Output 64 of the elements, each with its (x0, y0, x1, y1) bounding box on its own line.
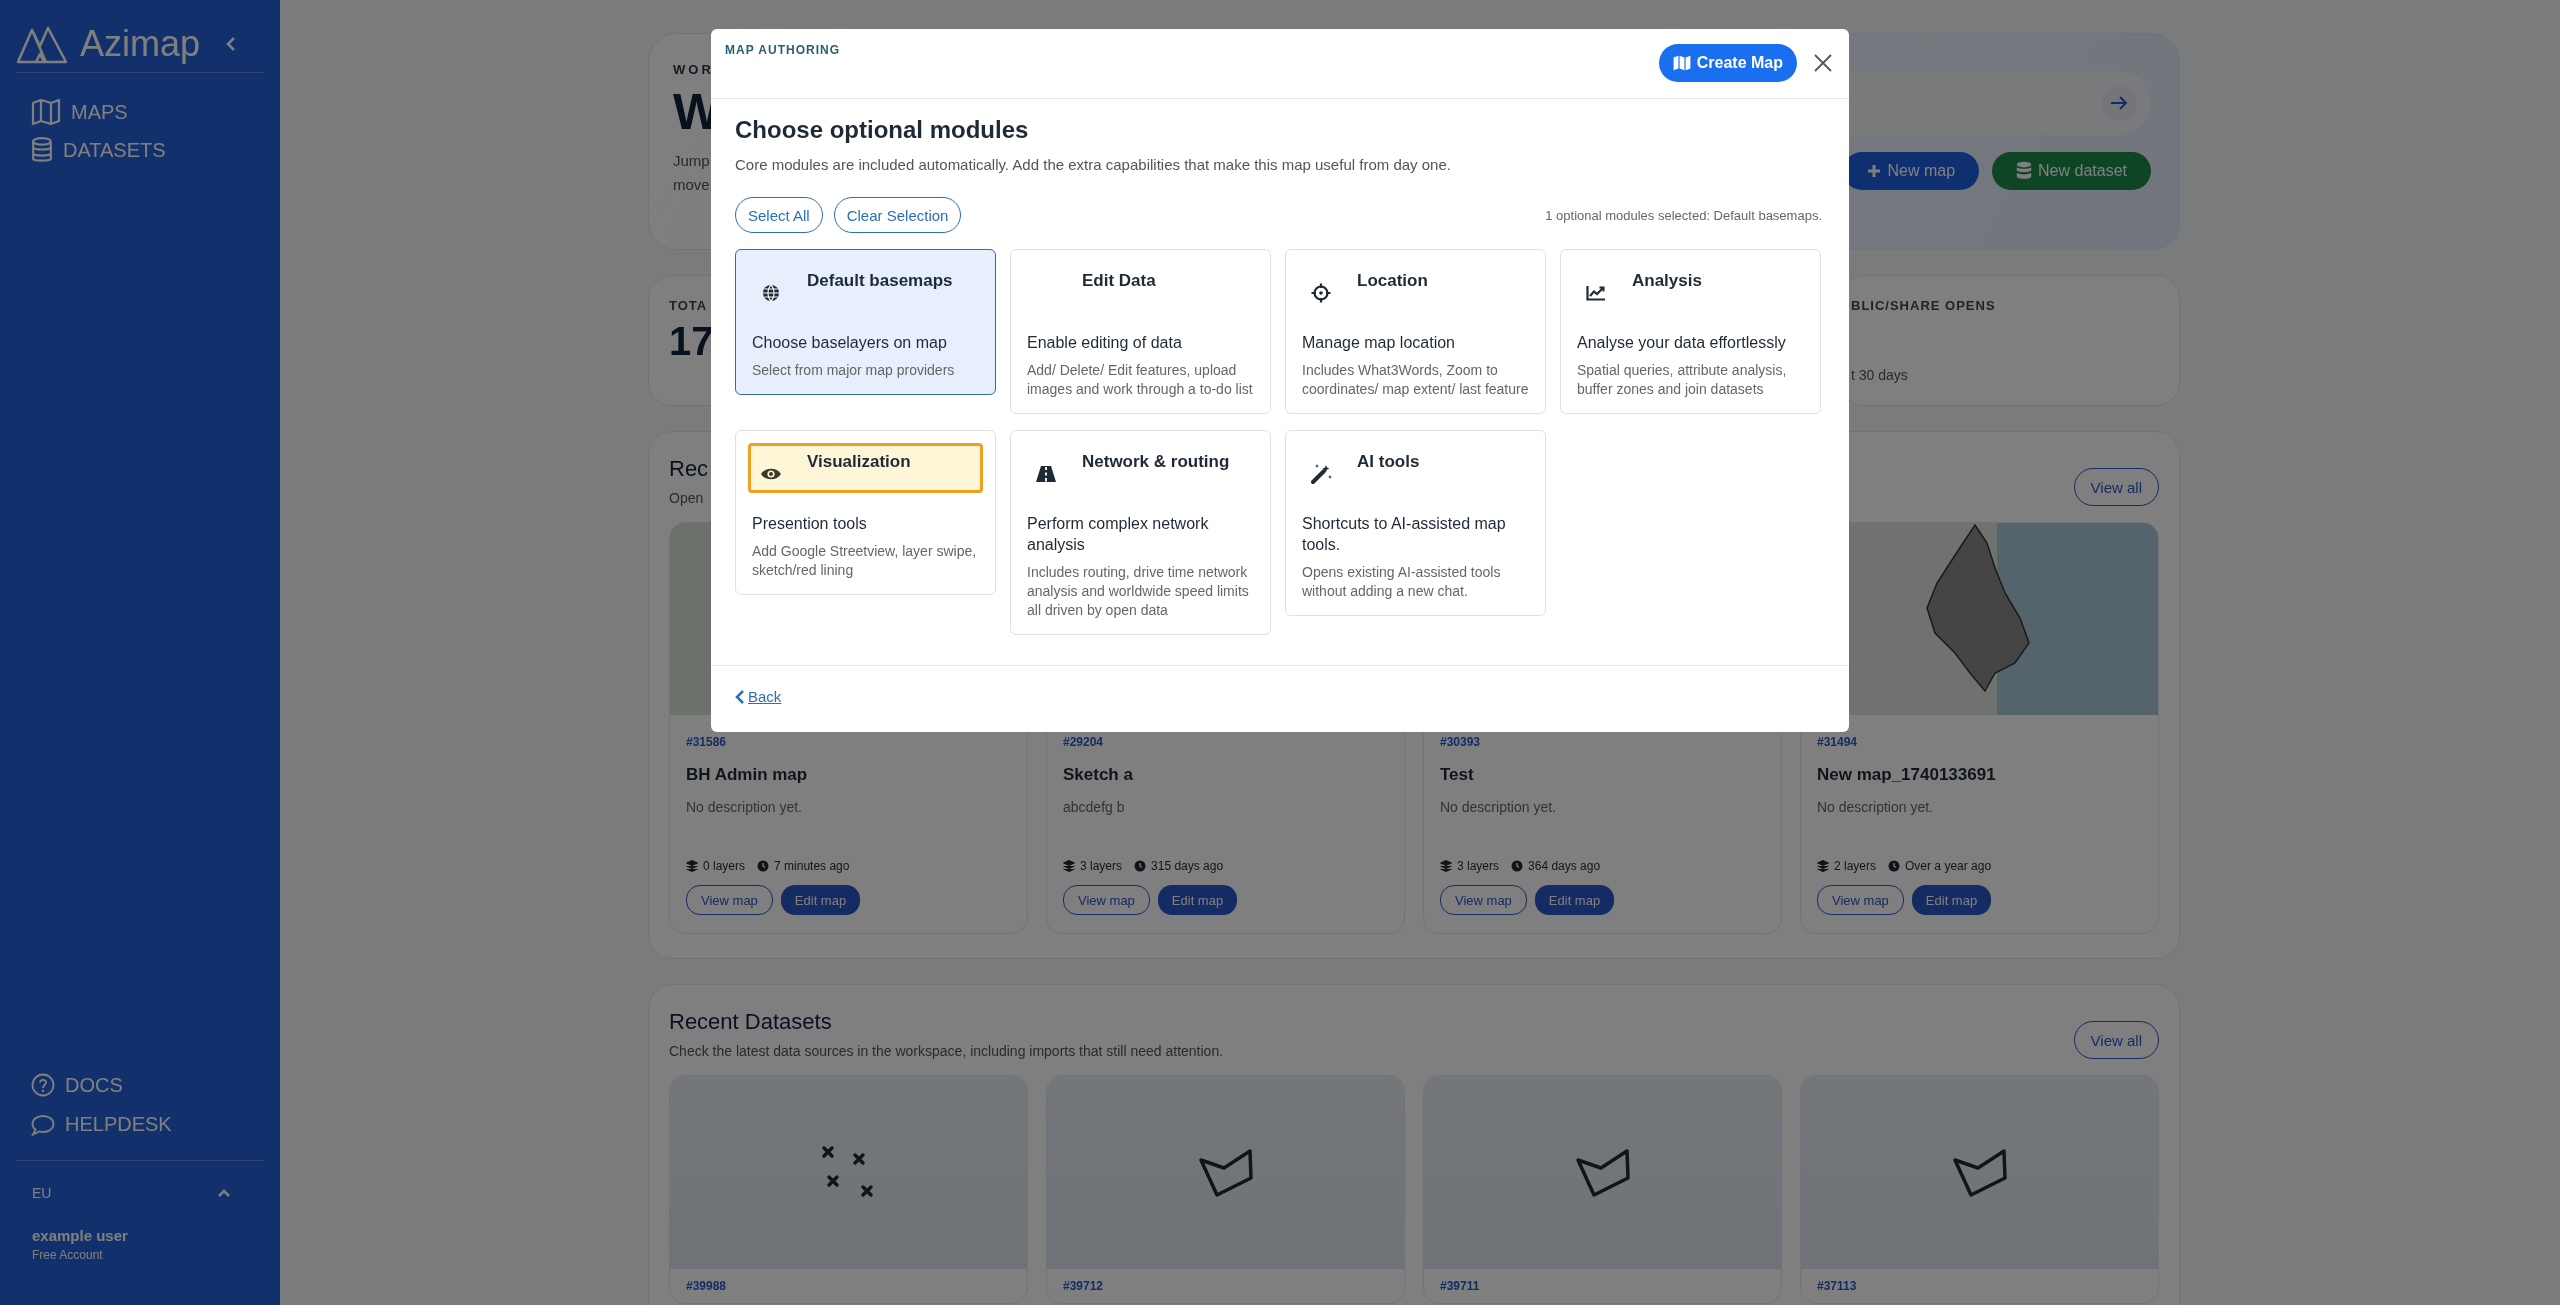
module-detail: Opens existing AI-assisted tools without adding a new chat. (1302, 563, 1502, 601)
module-detail: Select from major map providers (752, 361, 956, 380)
map-title: BH Admin map (686, 765, 809, 785)
updated-time: 7 minutes ago (774, 859, 850, 873)
module-summary: Choose baselayers on map (752, 333, 948, 353)
module-summary: Manage map location (1302, 333, 1456, 353)
module-title: Visualization (807, 452, 911, 472)
module-detail: Includes What3Words, Zoom to coordinates/ map extent/ last feature (1302, 361, 1529, 399)
module-title: AI tools (1357, 452, 1420, 472)
intro-text: move (673, 175, 711, 195)
section-subtitle: Open (669, 490, 705, 506)
map-title: Test (1440, 765, 1475, 785)
layer-count: 3 layers (1457, 859, 1500, 873)
module-summary: Shortcuts to AI-assisted map tools. (1302, 514, 1507, 555)
stat-note: t 30 days (1851, 367, 1909, 383)
dataset-id: #39711 (1440, 1279, 1481, 1293)
updated-time: Over a year ago (1905, 859, 1992, 873)
account-plan: Free Account (32, 1248, 104, 1262)
logo-text: Azimap (80, 23, 202, 65)
module-summary: Presention tools (752, 514, 868, 534)
intro-text: Jump (673, 151, 711, 171)
module-detail: Spatial queries, attribute analysis, buffer zones and join datasets (1577, 361, 1788, 399)
module-detail: Includes routing, drive time network analysis and worldwide speed limits all driven by open data (1027, 563, 1250, 620)
dataset-id: #39712 (1063, 1279, 1105, 1293)
module-title: Analysis (1632, 271, 1702, 291)
map-id: #31494 (1817, 735, 1859, 749)
section-subtitle: Check the latest data sources in the workspace, including imports that still need attention. (669, 1043, 1224, 1059)
map-description: No description yet. (1440, 799, 1557, 815)
layer-count: 2 layers (1834, 859, 1877, 873)
map-id: #30393 (1440, 735, 1482, 749)
selection-status: 1 optional modules selected: Default basemaps. (1545, 207, 1822, 223)
map-description: No description yet. (686, 799, 803, 815)
module-detail: Add Google Streetview, layer swipe, sketch/red lining (752, 542, 978, 580)
updated-time: 315 days ago (1151, 859, 1224, 873)
map-title: New map_1740133691 (1817, 765, 1997, 785)
module-title: Network & routing (1082, 452, 1230, 472)
module-title: Default basemaps (807, 271, 953, 291)
modal-eyebrow: MAP AUTHORING (725, 43, 840, 57)
section-title: Rec (669, 456, 709, 482)
layer-count: 3 layers (1080, 859, 1123, 873)
stat-value: 17 (669, 319, 714, 364)
map-id: #31586 (686, 735, 728, 749)
module-summary: Perform complex network analysis (1027, 514, 1210, 555)
map-description: abcdefg b (1063, 799, 1126, 815)
module-summary: Enable editing of data (1027, 333, 1183, 353)
eyebrow-label: WOR (673, 62, 715, 77)
module-detail: Add/ Delete/ Edit features, upload images and work through a to-do list (1027, 361, 1254, 399)
modal-title: Choose optional modules (735, 116, 1030, 144)
updated-time: 364 days ago (1528, 859, 1601, 873)
section-title: Recent Datasets (669, 1009, 833, 1035)
dataset-id: #39988 (686, 1279, 728, 1293)
stat-label: BLIC/SHARE OPENS (1851, 298, 1997, 313)
modal-subtitle: Core modules are included automatically. Add the extra capabilities that make this map useful from day one. (735, 156, 1452, 173)
stat-label: TOTA (669, 298, 709, 313)
module-summary: Analyse your data effortlessly (1577, 333, 1787, 353)
region-label: EU (32, 1185, 52, 1201)
layer-count: 0 layers (703, 859, 746, 873)
map-description: No description yet. (1817, 799, 1934, 815)
map-title: Sketch a (1063, 765, 1134, 785)
user-name: example user (32, 1227, 129, 1244)
module-title: Edit Data (1082, 271, 1156, 291)
module-title: Location (1357, 271, 1428, 291)
dataset-id: #37113 (1817, 1279, 1858, 1293)
map-id: #29204 (1063, 735, 1105, 749)
